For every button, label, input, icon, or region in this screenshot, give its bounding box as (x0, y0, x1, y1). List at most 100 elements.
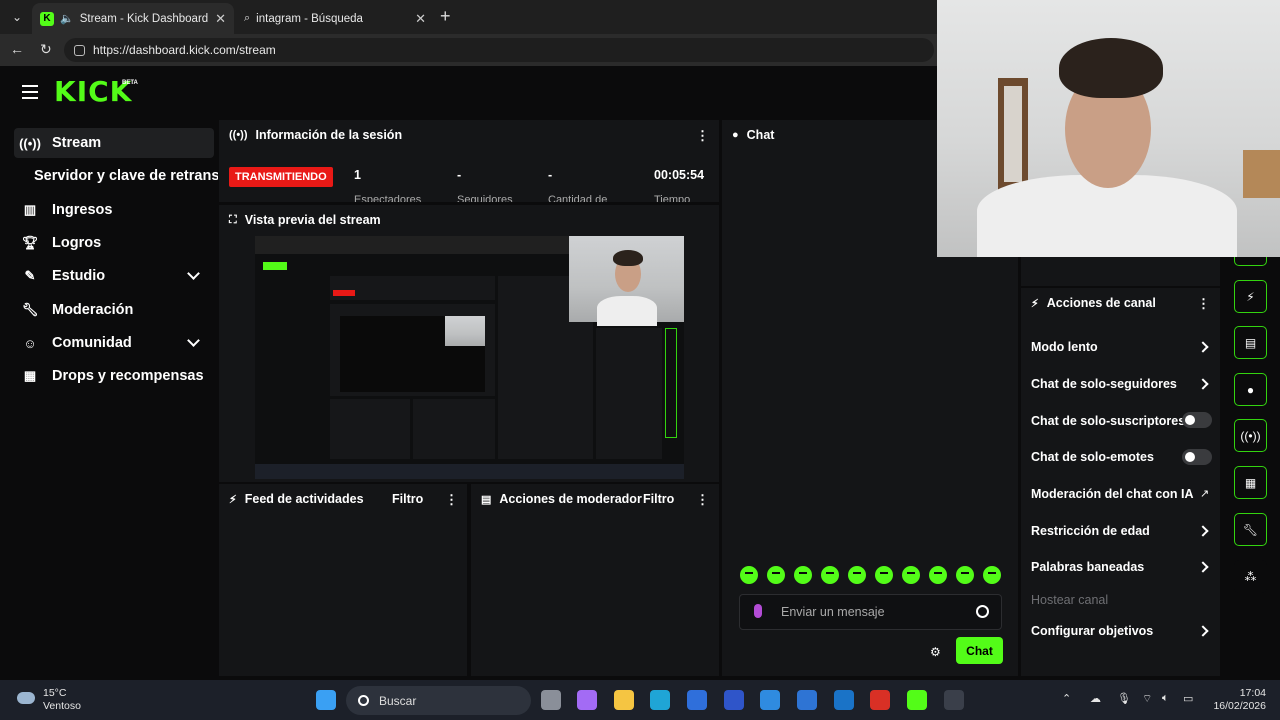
preview-webcam-shirt (597, 296, 657, 326)
speaker-icon[interactable]: 🔈 (60, 12, 74, 25)
chat-side-icon[interactable]: ● (1234, 373, 1267, 406)
kick-app-icon[interactable] (907, 690, 927, 710)
channel-action-goals[interactable]: Configurar objetivos (1031, 624, 1153, 638)
browser-tab[interactable]: ⌕ intagram - Búsqueda ✕ (236, 3, 434, 34)
chat-settings-gear-icon[interactable]: ⚙ (930, 645, 941, 659)
webcam-person-hair (1059, 38, 1163, 98)
emote-icon[interactable] (767, 566, 785, 584)
emoji-icon[interactable] (976, 605, 989, 618)
wifi-icon[interactable]: ⌔ (1142, 692, 1152, 706)
reload-icon[interactable]: ↻ (40, 41, 52, 58)
site-info-icon[interactable] (74, 44, 85, 56)
url-text: https://dashboard.kick.com/stream (93, 43, 276, 57)
store-icon[interactable] (687, 690, 707, 710)
broadcast-icon: ((•)) (19, 135, 41, 151)
notes-side-icon[interactable]: ▤ (1234, 326, 1267, 359)
amount-label: Cantidad de (548, 194, 608, 202)
photos-icon[interactable] (797, 690, 817, 710)
volume-icon[interactable]: 🔈︎ (1162, 692, 1169, 705)
back-icon[interactable]: ← (10, 41, 24, 57)
layout-side-icon[interactable]: ▦ (1234, 466, 1267, 499)
chat-message-input[interactable]: Enviar un mensaje (739, 594, 1002, 630)
bolt-side-icon[interactable]: ⚡︎ (1234, 280, 1267, 313)
url-field[interactable]: https://dashboard.kick.com/stream (64, 38, 934, 62)
panel-title: ● Chat (732, 128, 775, 142)
more-options-icon[interactable]: ⋮ (445, 493, 458, 506)
sidebar-item-stream[interactable]: ((•)) Stream (14, 128, 214, 158)
channel-action-followers-only[interactable]: Chat de solo-seguidores (1031, 377, 1177, 391)
tray-app-icon[interactable]: ☁ (1090, 692, 1101, 705)
tab-list-chevron-icon[interactable]: ⌄ (6, 7, 28, 27)
microphone-icon[interactable] (754, 604, 762, 618)
weather-icon[interactable] (17, 692, 35, 704)
elapsed-time-value: 00:05:54 (654, 168, 705, 182)
weather-widget[interactable]: 15°C Ventoso (43, 687, 81, 713)
filter-button[interactable]: Filtro (643, 492, 674, 506)
microphone-tray-icon[interactable]: 🎙︎ (1117, 692, 1131, 705)
emote-icon[interactable] (902, 566, 920, 584)
channel-action-age-restriction[interactable]: Restricción de edad (1031, 524, 1150, 538)
emotes-only-toggle[interactable] (1182, 449, 1212, 465)
preview-logo (263, 262, 287, 270)
emote-icon[interactable] (821, 566, 839, 584)
sidebar-item-comunidad[interactable]: ☺ Comunidad (14, 328, 214, 358)
edge-browser-icon[interactable] (650, 690, 670, 710)
sidebar-item-moderacion[interactable]: 🔧︎ Moderación (14, 295, 214, 325)
community-side-icon[interactable]: ⁂ (1234, 560, 1267, 593)
wrench-icon: 🔧︎ (21, 302, 39, 317)
emote-icon[interactable] (956, 566, 974, 584)
file-explorer-icon[interactable] (614, 690, 634, 710)
browser-tab-active[interactable]: K 🔈 Stream - Kick Dashboard ✕ (32, 3, 234, 34)
more-options-icon[interactable]: ⋮ (696, 129, 709, 142)
channel-action-modo-lento[interactable]: Modo lento (1031, 340, 1098, 354)
new-tab-icon[interactable]: + (440, 6, 451, 27)
external-link-icon[interactable]: ↗ (1200, 487, 1209, 500)
chat-bubble-icon: ● (732, 129, 739, 141)
emote-icon[interactable] (929, 566, 947, 584)
emote-icon[interactable] (983, 566, 1001, 584)
emote-icon[interactable] (794, 566, 812, 584)
outlook-icon[interactable] (834, 690, 854, 710)
kick-logo[interactable]: KICK (54, 78, 132, 106)
app-icon[interactable] (724, 690, 744, 710)
filter-button[interactable]: Filtro (392, 492, 423, 506)
obs-icon[interactable] (944, 690, 964, 710)
close-tab-icon[interactable]: ✕ (415, 11, 426, 27)
windows-start-icon[interactable] (316, 690, 336, 710)
tray-chevron-icon[interactable]: ⌃ (1062, 692, 1071, 705)
sidebar-item-logros[interactable]: 🏆︎ Logros (14, 228, 214, 258)
sidebar-item-label: Logros (52, 235, 102, 251)
subscribers-only-toggle[interactable] (1182, 412, 1212, 428)
channel-action-banned-words[interactable]: Palabras baneadas (1031, 560, 1144, 574)
more-options-icon[interactable]: ⋮ (696, 493, 709, 506)
sidebar-item-ingresos[interactable]: ▥ Ingresos (14, 195, 214, 225)
copilot-icon[interactable] (577, 690, 597, 710)
weather-desc: Ventoso (43, 700, 81, 712)
channel-action-ai-moderation[interactable]: Moderación del chat con IA (1031, 487, 1194, 501)
chart-icon: ▥ (23, 202, 37, 217)
stream-preview-video[interactable] (255, 236, 684, 479)
app-icon[interactable] (760, 690, 780, 710)
taskbar-clock[interactable]: 17:04 16/02/2026 (1212, 687, 1266, 713)
wrench-side-icon[interactable]: 🔧︎ (1234, 513, 1267, 546)
sidebar-item-label: Drops y recompensas (52, 368, 204, 384)
taskbar-search[interactable]: Buscar (346, 686, 531, 715)
more-options-icon[interactable]: ⋮ (1197, 297, 1210, 310)
sidebar-item-drops[interactable]: ▦ Drops y recompensas (14, 361, 214, 391)
live-status-badge: TRANSMITIENDO (229, 167, 333, 187)
close-tab-icon[interactable]: ✕ (215, 11, 226, 27)
battery-icon[interactable]: ▭ (1183, 692, 1193, 705)
broadcast-side-icon[interactable]: ((•)) (1234, 419, 1267, 452)
emote-icon[interactable] (740, 566, 758, 584)
menu-icon[interactable] (22, 85, 38, 99)
gmail-icon[interactable] (870, 690, 890, 710)
sidebar-item-estudio[interactable]: ✎ Estudio (14, 261, 214, 291)
chevron-down-icon (187, 334, 200, 347)
preview-icon: ⛶ (229, 213, 237, 226)
search-favicon-icon: ⌕ (244, 12, 251, 24)
emote-icon[interactable] (875, 566, 893, 584)
emote-icon[interactable] (848, 566, 866, 584)
send-chat-button[interactable]: Chat (956, 637, 1003, 664)
task-view-icon[interactable] (541, 690, 561, 710)
sidebar-item-server-key[interactable]: Servidor y clave de retransmisión (34, 161, 218, 191)
